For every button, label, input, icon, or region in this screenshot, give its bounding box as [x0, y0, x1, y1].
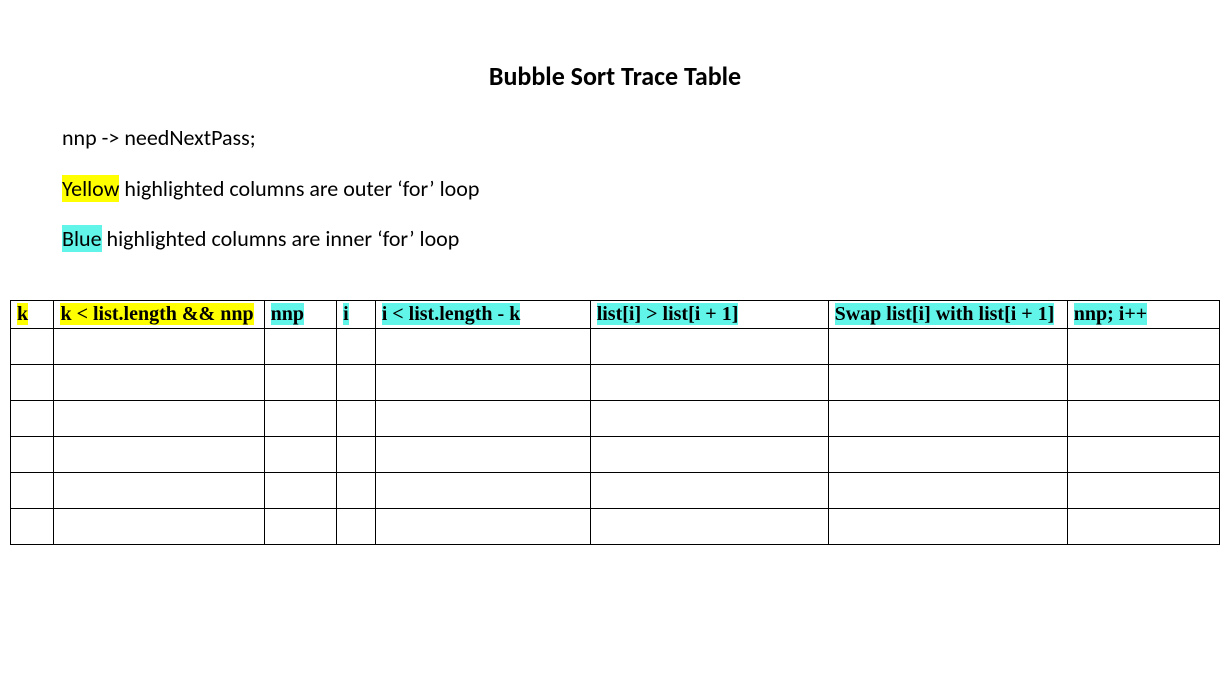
- table-cell: [337, 437, 376, 473]
- blue-highlight: Blue: [62, 225, 102, 252]
- table-cell: [264, 365, 336, 401]
- table-cell: [11, 473, 54, 509]
- table-row: [11, 401, 1220, 437]
- table-cell: [54, 437, 264, 473]
- page-title: Bubble Sort Trace Table: [0, 60, 1230, 92]
- table-cell: [828, 365, 1067, 401]
- table-cell: [590, 329, 828, 365]
- th-i: i: [337, 301, 376, 329]
- table-cell: [11, 437, 54, 473]
- trace-table: k k < list.length && nnp nnp i i < list.…: [10, 300, 1220, 545]
- table-cell: [828, 329, 1067, 365]
- hl-k: k: [17, 303, 28, 325]
- table-row: [11, 437, 1220, 473]
- table-cell: [54, 365, 264, 401]
- table-cell: [590, 365, 828, 401]
- table-cell: [828, 437, 1067, 473]
- note-line-blue: Blue highlighted columns are inner ‘for’…: [62, 219, 1230, 260]
- table-cell: [11, 509, 54, 545]
- table-cell: [54, 473, 264, 509]
- table-cell: [1067, 473, 1219, 509]
- table-row: [11, 365, 1220, 401]
- note-blue-rest: highlighted columns are inner ‘for’ loop: [102, 225, 460, 252]
- table-row: [11, 509, 1220, 545]
- table-cell: [1067, 401, 1219, 437]
- table-cell: [828, 473, 1067, 509]
- table-cell: [337, 473, 376, 509]
- table-row: [11, 473, 1220, 509]
- table-cell: [1067, 329, 1219, 365]
- th-i-cond: i < list.length - k: [375, 301, 590, 329]
- table-cell: [264, 509, 336, 545]
- table-cell: [337, 401, 376, 437]
- table-cell: [264, 401, 336, 437]
- hl-nnp: nnp: [271, 303, 304, 325]
- table-cell: [264, 473, 336, 509]
- table-cell: [264, 437, 336, 473]
- table-cell: [54, 509, 264, 545]
- notes-block: nnp -> needNextPass; Yellow highlighted …: [62, 118, 1230, 260]
- table-cell: [375, 509, 590, 545]
- th-k: k: [11, 301, 54, 329]
- table-cell: [1067, 365, 1219, 401]
- table-cell: [590, 473, 828, 509]
- table-cell: [264, 329, 336, 365]
- th-compare: list[i] > list[i + 1]: [590, 301, 828, 329]
- th-nnp-inc: nnp; i++: [1067, 301, 1219, 329]
- table-cell: [54, 329, 264, 365]
- table-cell: [337, 509, 376, 545]
- note-yellow-rest: highlighted columns are outer ‘for’ loop: [119, 175, 479, 202]
- table-cell: [375, 437, 590, 473]
- th-k-cond: k < list.length && nnp: [54, 301, 264, 329]
- table-cell: [54, 401, 264, 437]
- trace-table-body: [11, 329, 1220, 545]
- table-cell: [375, 365, 590, 401]
- table-cell: [828, 401, 1067, 437]
- note-line-yellow: Yellow highlighted columns are outer ‘fo…: [62, 169, 1230, 210]
- trace-table-wrap: k k < list.length && nnp nnp i i < list.…: [10, 300, 1220, 545]
- table-cell: [375, 401, 590, 437]
- note-line-nnp: nnp -> needNextPass;: [62, 118, 1230, 159]
- hl-compare: list[i] > list[i + 1]: [597, 303, 739, 325]
- hl-i: i: [343, 303, 349, 325]
- table-cell: [11, 329, 54, 365]
- table-cell: [11, 401, 54, 437]
- table-cell: [1067, 509, 1219, 545]
- hl-i-cond: i < list.length - k: [382, 303, 521, 325]
- hl-nnp-inc: nnp; i++: [1074, 303, 1147, 325]
- table-cell: [590, 509, 828, 545]
- table-cell: [375, 473, 590, 509]
- table-cell: [1067, 437, 1219, 473]
- th-nnp: nnp: [264, 301, 336, 329]
- table-row: [11, 329, 1220, 365]
- table-cell: [375, 329, 590, 365]
- yellow-highlight: Yellow: [62, 175, 119, 202]
- hl-swap: Swap list[i] with list[i + 1]: [835, 303, 1055, 325]
- table-header-row: k k < list.length && nnp nnp i i < list.…: [11, 301, 1220, 329]
- hl-k-cond: k < list.length && nnp: [60, 303, 253, 325]
- th-swap: Swap list[i] with list[i + 1]: [828, 301, 1067, 329]
- table-cell: [828, 509, 1067, 545]
- table-cell: [337, 329, 376, 365]
- table-cell: [11, 365, 54, 401]
- table-cell: [590, 401, 828, 437]
- table-cell: [590, 437, 828, 473]
- table-cell: [337, 365, 376, 401]
